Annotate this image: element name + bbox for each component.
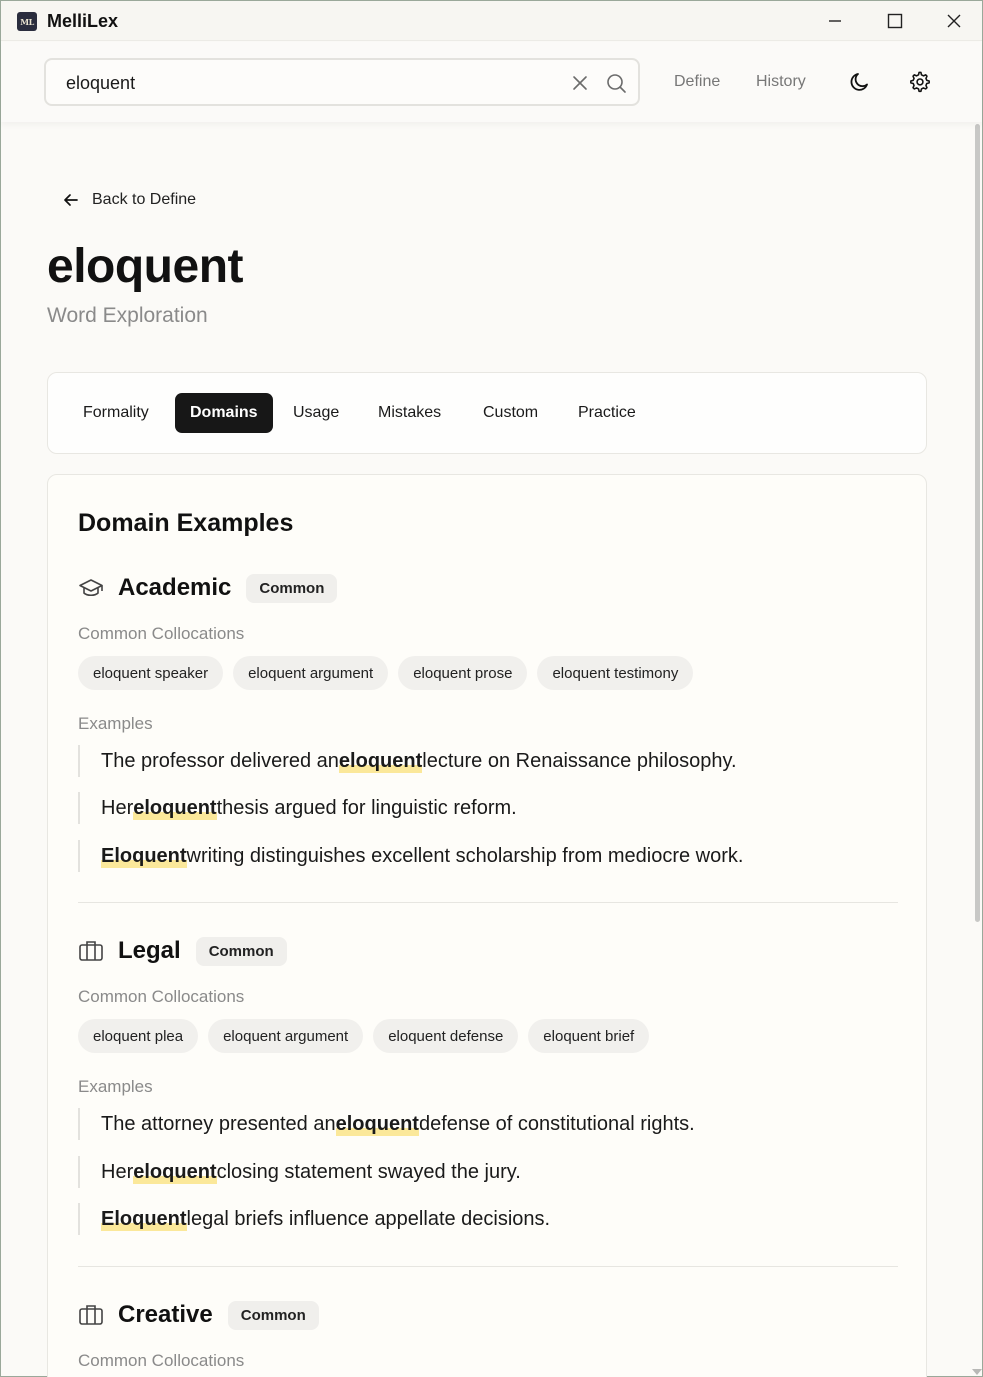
page-subtitle: Word Exploration xyxy=(47,304,208,327)
sentence-text: lecture on Renaissance philosophy. xyxy=(422,749,737,772)
domain-header: Academic Common xyxy=(78,573,338,603)
collocations-heading: Common Collocations xyxy=(78,624,245,643)
section-divider xyxy=(78,902,898,903)
frequency-badge: Common xyxy=(227,1300,319,1330)
search-input[interactable]: eloquent xyxy=(44,58,640,106)
scrollbar-thumb[interactable] xyxy=(975,124,980,922)
example-sentence: Her ​eloquent thesis argued for linguist… xyxy=(78,792,517,824)
highlighted-word: eloquent xyxy=(338,749,423,773)
highlighted-word: Eloquent xyxy=(101,1207,187,1231)
collocation-chip[interactable]: eloquent argument xyxy=(233,656,389,690)
tab-usage[interactable]: Usage xyxy=(278,393,354,433)
tab-custom[interactable]: Custom xyxy=(468,393,553,433)
examples-heading: Examples xyxy=(78,1077,153,1096)
collocations-heading: Common Collocations xyxy=(78,987,245,1006)
clear-search-icon[interactable] xyxy=(571,74,589,92)
sentence-text: thesis argued for linguistic reform. xyxy=(216,796,517,819)
example-sentence: Eloquent legal briefs influence appellat… xyxy=(78,1203,550,1235)
domain-header: Legal Common xyxy=(78,936,287,966)
domain-examples-card: Domain Examples Academic Common Common C… xyxy=(47,474,927,1377)
search-input-value: eloquent xyxy=(66,73,136,93)
highlighted-word: eloquent xyxy=(133,796,217,820)
section-title: Domain Examples xyxy=(78,509,294,537)
title-bar: ML MelliLex xyxy=(1,1,982,41)
sentence-text: The professor delivered an xyxy=(101,749,339,772)
sentence-text: Her xyxy=(101,1160,134,1183)
sentence-text: writing distinguishes excellent scholars… xyxy=(186,844,744,867)
dark-mode-moon-icon[interactable] xyxy=(849,71,871,93)
collocation-chip[interactable]: eloquent speaker xyxy=(78,656,224,690)
collocations-heading: Common Collocations xyxy=(78,1351,245,1370)
nav-history-link[interactable]: History xyxy=(756,73,806,91)
page-title: eloquent xyxy=(47,240,244,293)
app-title: MelliLex xyxy=(47,11,119,31)
frequency-badge: Common xyxy=(246,573,338,603)
domain-header: Creative Common xyxy=(78,1300,319,1330)
sentence-text: closing statement swayed the jury. xyxy=(216,1160,521,1183)
frequency-badge: Common xyxy=(195,936,287,966)
search-icon[interactable] xyxy=(605,72,627,94)
nav-define-link[interactable]: Define xyxy=(674,73,720,91)
domain-name: Academic xyxy=(118,574,232,601)
collocation-list: eloquent speaker eloquent argument eloqu… xyxy=(78,656,703,690)
minimize-button[interactable] xyxy=(805,1,865,41)
tab-mistakes[interactable]: Mistakes xyxy=(363,393,456,433)
domain-name: Creative xyxy=(118,1301,213,1328)
back-to-define-link[interactable]: Back to Define xyxy=(63,191,196,209)
example-sentence: The attorney presented an ​eloquent defe… xyxy=(78,1108,695,1140)
app-header: eloquent Define History xyxy=(1,42,982,122)
sentence-text: Her xyxy=(101,796,134,819)
section-divider xyxy=(78,1266,898,1267)
sentence-text: The attorney presented an xyxy=(101,1112,336,1135)
briefcase-icon xyxy=(79,1305,103,1325)
scrollbar[interactable] xyxy=(971,122,982,1376)
example-sentence: Her ​eloquent closing statement swayed t… xyxy=(78,1156,521,1188)
examples-heading: Examples xyxy=(78,714,153,733)
example-sentence: Eloquent writing distinguishes excellent… xyxy=(78,840,743,872)
app-logo-icon: ML xyxy=(17,12,37,31)
back-link-label: Back to Define xyxy=(92,191,197,208)
sentence-text: legal briefs influence appellate decisio… xyxy=(186,1207,551,1230)
close-window-button[interactable] xyxy=(924,1,983,41)
graduation-cap-icon xyxy=(79,579,103,597)
collocation-list: eloquent plea eloquent argument eloquent… xyxy=(78,1019,659,1053)
settings-gear-icon[interactable] xyxy=(909,71,931,93)
tab-domains[interactable]: Domains xyxy=(175,393,273,433)
exploration-tabs: Formality Domains Usage Mistakes Custom … xyxy=(47,372,927,454)
briefcase-icon xyxy=(79,941,103,961)
collocation-chip[interactable]: eloquent prose xyxy=(398,656,528,690)
maximize-button[interactable] xyxy=(865,1,925,41)
highlighted-word: eloquent xyxy=(335,1112,419,1136)
maximize-icon xyxy=(887,13,903,29)
minimize-icon xyxy=(829,20,841,22)
collocation-chip[interactable]: eloquent brief xyxy=(528,1019,650,1053)
collocation-chip[interactable]: eloquent testimony xyxy=(537,656,694,690)
sentence-text: defense of constitutional rights. xyxy=(418,1112,695,1135)
example-sentence: The professor delivered an ​eloquent lec… xyxy=(78,745,737,777)
arrow-left-icon xyxy=(64,194,78,206)
highlighted-word: Eloquent xyxy=(101,844,187,868)
collocation-chip[interactable]: eloquent argument xyxy=(208,1019,364,1053)
domain-name: Legal xyxy=(118,937,181,964)
highlighted-word: eloquent xyxy=(133,1160,217,1184)
tab-formality[interactable]: Formality xyxy=(68,393,164,433)
collocation-chip[interactable]: eloquent defense xyxy=(373,1019,519,1053)
scroll-down-arrow-icon[interactable] xyxy=(972,1369,982,1375)
close-icon xyxy=(947,14,961,28)
tab-practice[interactable]: Practice xyxy=(563,393,651,433)
collocation-chip[interactable]: eloquent plea xyxy=(78,1019,199,1053)
